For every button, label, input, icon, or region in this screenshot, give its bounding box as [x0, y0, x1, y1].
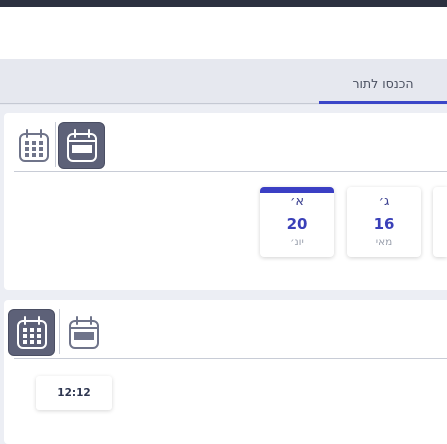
- tab-bar: הכנסו לתור: [0, 59, 447, 105]
- day-number: 16: [373, 215, 395, 233]
- calendar-week-icon: [68, 315, 99, 349]
- day-of-week: א׳: [289, 194, 305, 209]
- view-separator: [55, 122, 56, 167]
- month-name: יונ׳: [290, 236, 304, 248]
- tab-enter-queue[interactable]: הכנסו לתור: [319, 76, 447, 104]
- panel-divider: [14, 358, 447, 359]
- month-name: מאי: [375, 236, 393, 248]
- month-view-button[interactable]: [10, 122, 57, 169]
- day-card-partial[interactable]: [433, 187, 447, 257]
- calendar-month-icon: [16, 315, 47, 349]
- day-card[interactable]: ג׳ 16 מאי: [347, 187, 421, 257]
- calendar-week-icon: [66, 128, 97, 162]
- day-number: 20: [286, 215, 308, 233]
- header-area: [0, 7, 447, 59]
- active-tab-indicator: [319, 101, 447, 104]
- week-view-button[interactable]: [60, 309, 107, 356]
- day-card-selected[interactable]: א׳ 20 יונ׳: [260, 187, 334, 257]
- panel-divider: [14, 171, 447, 172]
- top-bar: [0, 0, 447, 7]
- week-view-button[interactable]: [58, 122, 105, 169]
- day-of-week: ג׳: [378, 194, 390, 209]
- time-slot-button[interactable]: 12:12: [36, 376, 112, 410]
- month-view-button[interactable]: [8, 309, 55, 356]
- calendar-month-icon: [18, 128, 49, 162]
